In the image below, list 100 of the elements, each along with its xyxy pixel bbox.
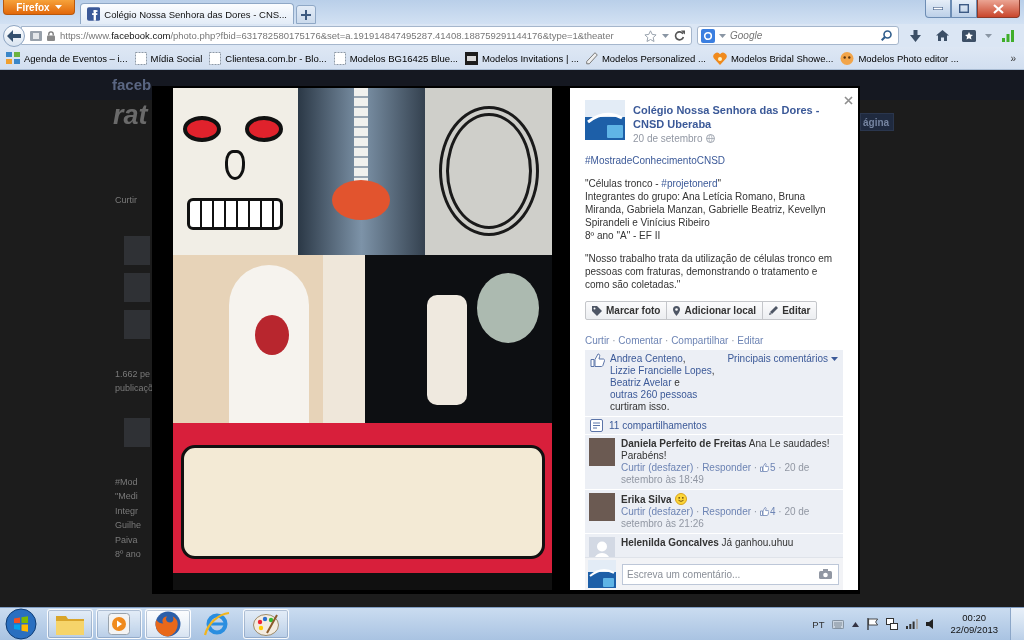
comment-action-link[interactable]: Curtir (desfazer) bbox=[621, 506, 694, 517]
box-icon bbox=[464, 51, 478, 65]
play-icon bbox=[108, 613, 130, 635]
caret-icon[interactable] bbox=[662, 33, 669, 38]
back-button[interactable] bbox=[3, 24, 25, 47]
background-text: #Mod bbox=[115, 475, 139, 489]
comment-text: Daniela Perfeito de Freitas Ana Le saudades! Parabéns! bbox=[621, 438, 831, 462]
action-link[interactable]: Comentar bbox=[618, 335, 663, 346]
restore-button[interactable] bbox=[951, 0, 977, 18]
commenter-link[interactable]: Helenilda Goncalves bbox=[621, 537, 719, 548]
background-text: Curtir bbox=[115, 194, 138, 207]
address-field[interactable]: https://www.facebook.com/photo.php?fbid=631782580175176&set=a.191914847495287.41408.188759291144176&type=1&theater bbox=[21, 26, 692, 45]
comment-box[interactable]: Escreva um comentário... bbox=[622, 563, 839, 585]
grid-icon bbox=[6, 52, 20, 64]
page-heading: rat bbox=[113, 99, 150, 131]
sort-menu-link[interactable]: Principais comentários bbox=[727, 353, 838, 365]
browser-tab[interactable]: Colégio Nossa Senhora das Dores - CNS... bbox=[80, 3, 294, 24]
volume-icon[interactable] bbox=[926, 619, 935, 629]
pin-icon bbox=[673, 305, 681, 316]
clock[interactable]: 00:20 22/09/2013 bbox=[950, 612, 998, 636]
action-link[interactable]: Compartilhar bbox=[671, 335, 729, 346]
comment-action-link[interactable]: Curtir (desfazer) bbox=[621, 462, 694, 473]
close-window-button[interactable] bbox=[977, 0, 1020, 18]
comment-meta: Curtir (desfazer) · Responder · 4 · 20 de setembro às 21:26 bbox=[621, 506, 811, 530]
camera-icon[interactable] bbox=[819, 569, 832, 579]
pencil-icon bbox=[769, 306, 779, 315]
search-icon[interactable] bbox=[881, 30, 892, 41]
start-button[interactable] bbox=[3, 608, 39, 640]
palette-icon bbox=[253, 612, 279, 636]
profile-link[interactable]: Beatriz Avelar bbox=[610, 377, 672, 388]
close-icon bbox=[993, 3, 1004, 14]
action-link[interactable]: Curtir bbox=[585, 335, 610, 346]
taskbar-button[interactable] bbox=[243, 609, 289, 639]
blank-page-icon bbox=[209, 51, 222, 65]
profile-link[interactable]: Lizzie Francielle Lopes bbox=[610, 365, 712, 376]
bookmark-item[interactable]: Modelos Personalized ... bbox=[585, 51, 706, 65]
post-actions: Curtir · Comentar · Compartilhar · Editar bbox=[585, 334, 765, 347]
likes-text: Andrea Centeno, Lizzie Francielle Lopes, Beatriz Avelar e outras 260 pessoas curtiram isso. bbox=[610, 353, 716, 413]
thumbs-up-icon bbox=[590, 353, 605, 367]
avatar-placeholder bbox=[124, 235, 150, 265]
favicon-icon bbox=[87, 7, 101, 21]
close-icon[interactable] bbox=[844, 96, 853, 105]
network-icon[interactable] bbox=[886, 618, 899, 630]
shares-link[interactable]: 11 compartilhamentos bbox=[609, 419, 707, 432]
flag-icon[interactable] bbox=[867, 618, 879, 630]
comment-meta: Curtir (desfazer) · Responder · 5 · 20 de setembro às 18:49 bbox=[621, 462, 811, 486]
bookmarks-overflow-button[interactable]: » bbox=[1008, 52, 1018, 64]
post-text: "Nosso trabalho trata da utilização de células tronco em pessoas com fraturas, demonstrando o tratamento e como são coletadas." bbox=[585, 252, 834, 291]
bookmark-item[interactable]: Modelos Bridal Showe... bbox=[712, 51, 834, 65]
commenter-link[interactable]: Daniela Perfeito de Freitas bbox=[621, 438, 747, 449]
tag-icon bbox=[592, 305, 602, 316]
caret-icon bbox=[54, 5, 62, 9]
action-link[interactable]: Editar bbox=[737, 335, 764, 346]
reload-icon[interactable] bbox=[674, 30, 685, 41]
avatar-placeholder bbox=[124, 417, 150, 447]
bookmark-item[interactable]: Modelos BG16425 Blue... bbox=[333, 51, 458, 65]
comment-text: Helenilda Goncalves Já ganhou.uhuu bbox=[621, 537, 795, 549]
site-identity-icon[interactable] bbox=[30, 30, 42, 41]
heart-icon bbox=[712, 51, 727, 65]
blank-page-icon bbox=[134, 51, 147, 65]
bookmark-item[interactable]: Modelos Invitations | ... bbox=[464, 51, 579, 65]
logo-icon[interactable] bbox=[585, 100, 625, 140]
background-text: 8º ano bbox=[115, 548, 142, 561]
new-tab-button[interactable] bbox=[296, 5, 316, 24]
caret-icon[interactable] bbox=[985, 33, 992, 38]
bookmark-item[interactable]: Clientesa.com.br - Blo... bbox=[209, 51, 327, 65]
show-hidden-icons-icon[interactable] bbox=[852, 621, 860, 627]
post-text: Integrantes do grupo: Ana Letícia Romano, Bruna Miranda, Gabriela Manzan, Gabrielle Beatriz, Kevellyn Spirandeli e Vinícius Ribeiro bbox=[585, 190, 827, 229]
share-icon bbox=[590, 419, 603, 432]
blank-page-icon bbox=[333, 51, 346, 65]
search-box[interactable]: Google bbox=[697, 26, 899, 45]
home-icon bbox=[935, 30, 949, 41]
photo-action-button[interactable]: Marcar foto bbox=[585, 301, 668, 320]
bookmark-item[interactable]: Mídia Social bbox=[134, 51, 203, 65]
hashtag-link[interactable]: #MostradeConhecimentoCNSD bbox=[585, 155, 726, 166]
hashtag-link[interactable]: #projetonerd bbox=[661, 178, 718, 189]
background-text: Paiva bbox=[115, 533, 139, 547]
avatar-placeholder bbox=[124, 309, 150, 339]
background-text: "Medi bbox=[115, 490, 139, 503]
commenter-link[interactable]: Erika Silva bbox=[621, 494, 672, 505]
caret-icon[interactable] bbox=[719, 33, 726, 38]
thumbs-up-icon bbox=[759, 507, 769, 516]
bookmark-item[interactable]: Agenda de Eventos – i... bbox=[6, 52, 128, 64]
photo-action-button[interactable]: Editar bbox=[762, 301, 818, 320]
author-link[interactable]: Colégio Nossa Senhora das Dores - CNSD Uberaba bbox=[633, 103, 836, 131]
taskbar-button[interactable] bbox=[145, 609, 191, 639]
minimize-button[interactable] bbox=[925, 0, 951, 18]
photo-action-button[interactable]: Adicionar local bbox=[666, 301, 764, 320]
bookmark-item[interactable]: Modelos Photo editor ... bbox=[840, 51, 959, 65]
background-button[interactable]: ágina bbox=[860, 113, 894, 131]
post-text: 8º ano "A" - EF II bbox=[585, 229, 662, 242]
search-engine-icon[interactable] bbox=[701, 28, 715, 43]
search-input[interactable]: Google bbox=[730, 28, 877, 43]
signal-icon[interactable] bbox=[906, 619, 919, 629]
profile-link[interactable]: Andrea Centeno bbox=[610, 353, 683, 364]
signal-bars-icon bbox=[1002, 29, 1014, 42]
lock-icon bbox=[47, 30, 55, 41]
star-icon[interactable] bbox=[644, 29, 657, 42]
profile-link[interactable]: outras 260 pessoas bbox=[610, 389, 698, 400]
language-indicator[interactable]: PT bbox=[812, 618, 825, 630]
